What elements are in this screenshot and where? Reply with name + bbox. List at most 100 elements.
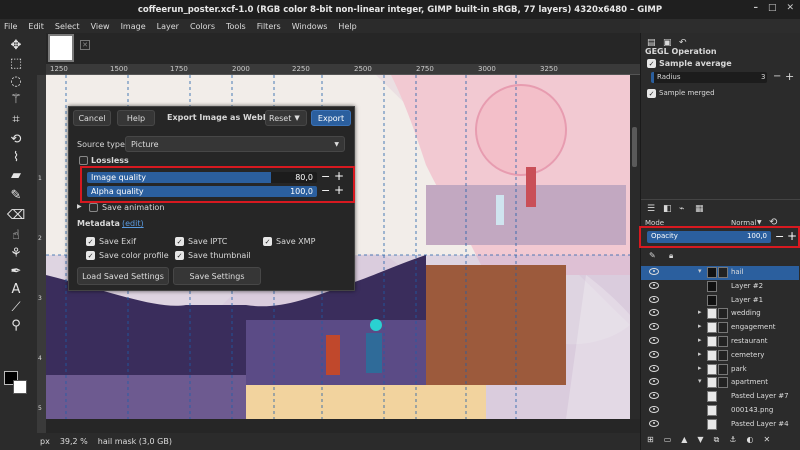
visibility-eye-icon[interactable] [649,378,659,386]
lock-alpha-icon[interactable]: 🔒︎ [669,251,673,261]
layer-row[interactable]: ▸ wedding [641,307,799,321]
visibility-eye-icon[interactable] [649,337,659,344]
visibility-eye-icon[interactable] [649,268,659,275]
visibility-eye-icon[interactable] [649,309,659,317]
menu-filters[interactable]: Filters [257,22,281,31]
menu-help[interactable]: Help [338,22,356,31]
menu-view[interactable]: View [91,22,110,31]
sample-average-checkbox[interactable]: ✓ [647,59,656,68]
layer-row[interactable]: Layer #2 [641,280,799,294]
save-iptc-checkbox[interactable]: ✓ [175,237,184,246]
save-exif-checkbox[interactable]: ✓ [86,237,95,246]
duplicate-layer-icon[interactable]: ⧉ [714,435,720,450]
zoom-tool-icon[interactable]: ⚲ [8,317,24,333]
save-color-profile-checkbox[interactable]: ✓ [86,251,95,260]
unified-transform-tool-icon[interactable]: ⟲ [8,131,24,147]
move-tool-icon[interactable]: ✥ [8,37,24,53]
zoom-level[interactable]: 39,2 % [60,437,88,446]
save-xmp-checkbox[interactable]: ✓ [263,237,272,246]
export-button[interactable]: Export [311,110,351,126]
menu-windows[interactable]: Windows [292,22,328,31]
layer-row[interactable]: Pasted Layer #7 [641,390,799,404]
layer-row[interactable]: 000143.png [641,404,799,418]
expander-arrow-icon[interactable]: ▶ [77,203,82,210]
layers-tab-icon[interactable]: ☰ [647,204,655,214]
brushes-tab-icon[interactable]: ▦ [695,204,704,214]
paths-tool-icon[interactable]: ✒ [8,263,24,279]
paths-tab-icon[interactable]: ⌁ [679,204,684,214]
paintbrush-tool-icon[interactable]: ✎ [8,187,24,203]
lasso-tool-icon[interactable]: ◌ [8,73,24,89]
save-animation-checkbox[interactable] [89,203,98,212]
layer-row[interactable]: ▾ apartment [641,376,799,390]
menu-colors[interactable]: Colors [190,22,215,31]
mask-layer-icon[interactable]: ◐ [746,435,753,450]
source-type-select[interactable]: Picture ▼ [125,136,345,152]
visibility-eye-icon[interactable] [649,392,659,400]
expand-toggle-icon[interactable]: ▸ [698,308,702,316]
radius-increase-icon[interactable]: + [785,70,794,83]
scrollbar-thumb[interactable] [632,127,637,167]
delete-layer-icon[interactable]: ✕ [763,435,770,450]
lower-layer-icon[interactable]: ▼ [697,435,703,450]
visibility-eye-icon[interactable] [649,419,659,427]
mode-dropdown-icon[interactable]: ▼ [757,219,762,226]
eraser-tool-icon[interactable]: ⌫ [7,207,25,223]
visibility-eye-icon[interactable] [649,281,659,289]
visibility-eye-icon[interactable] [649,295,659,303]
layer-row[interactable]: ▸ restaurant [641,335,799,349]
lock-pixels-icon[interactable]: ✎ [649,251,656,260]
expand-toggle-icon[interactable]: ▸ [698,350,702,358]
lossless-checkbox[interactable] [79,156,88,165]
layer-row[interactable]: ▾ hail [641,266,799,280]
warp-tool-icon[interactable]: ⌇ [8,149,24,165]
expand-toggle-icon[interactable]: ▸ [698,364,702,372]
channels-tab-icon[interactable]: ◧ [663,204,672,214]
raise-layer-icon[interactable]: ▲ [681,435,687,450]
cancel-button[interactable]: Cancel [73,110,111,126]
load-saved-settings-button[interactable]: Load Saved Settings [77,267,169,285]
layer-row[interactable]: Layer #1 [641,294,799,308]
save-settings-button[interactable]: Save Settings [173,267,261,285]
visibility-eye-icon[interactable] [649,323,659,331]
text-tool-icon[interactable]: A [8,281,24,297]
expand-toggle-icon[interactable]: ▾ [698,377,702,385]
menu-select[interactable]: Select [55,22,80,31]
metadata-edit-link[interactable]: (edit) [122,219,144,228]
expand-toggle-icon[interactable]: ▸ [698,336,702,344]
image-tab-thumbnail[interactable] [48,34,74,62]
color-picker-tool-icon[interactable]: ⟋ [8,299,24,315]
menu-file[interactable]: File [4,22,17,31]
clone-tool-icon[interactable]: ⚘ [8,245,24,261]
visibility-eye-icon[interactable] [649,406,659,413]
visibility-eye-icon[interactable] [649,364,659,372]
expand-toggle-icon[interactable]: ▾ [698,267,702,275]
help-button[interactable]: Help [117,110,155,126]
sample-merged-checkbox[interactable]: ✓ [647,89,656,98]
save-thumbnail-checkbox[interactable]: ✓ [175,251,184,260]
crop-tool-icon[interactable]: ⌗ [8,111,24,127]
anchor-layer-icon[interactable]: ⚓ [729,435,736,450]
background-color-swatch[interactable] [13,380,27,394]
radius-slider[interactable]: Radius [651,72,767,83]
expand-toggle-icon[interactable]: ▸ [698,322,702,330]
smudge-tool-icon[interactable]: ☝ [8,227,24,243]
reset-button[interactable]: Reset ▼ [265,110,307,126]
tab-close-icon[interactable]: ✕ [80,40,90,50]
bucket-fill-tool-icon[interactable]: ▰ [8,167,24,183]
unit-selector[interactable]: px [40,437,50,446]
close-icon[interactable]: ✕ [786,3,794,13]
visibility-eye-icon[interactable] [649,350,659,358]
rect-select-tool-icon[interactable]: ⬚ [8,55,24,71]
minimize-icon[interactable]: – [753,3,758,13]
radius-decrease-icon[interactable]: − [773,71,781,82]
menu-edit[interactable]: Edit [28,22,44,31]
new-group-icon[interactable]: ▭ [664,435,672,450]
maximize-icon[interactable]: □ [768,3,777,13]
new-layer-icon[interactable]: ⊞ [647,435,654,450]
menu-image[interactable]: Image [121,22,146,31]
menu-layer[interactable]: Layer [157,22,179,31]
layer-row[interactable]: ▸ engagement [641,321,799,335]
fuzzy-select-tool-icon[interactable]: ⚚ [8,91,24,107]
layer-row[interactable]: Pasted Layer #4 [641,418,799,432]
